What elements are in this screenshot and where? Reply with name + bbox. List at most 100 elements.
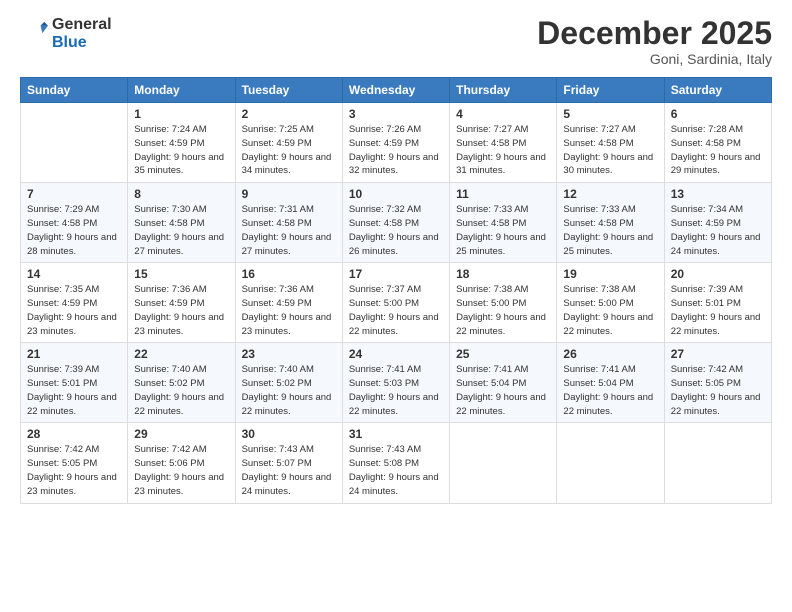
col-sunday: Sunday xyxy=(21,78,128,103)
calendar-cell: 17 Sunrise: 7:37 AMSunset: 5:00 PMDayligh… xyxy=(342,263,449,343)
calendar-cell: 28 Sunrise: 7:42 AMSunset: 5:05 PMDayligh… xyxy=(21,423,128,503)
calendar-week-2: 14 Sunrise: 7:35 AMSunset: 4:59 PMDayligh… xyxy=(21,263,772,343)
day-number: 15 xyxy=(134,267,228,281)
header-row: Sunday Monday Tuesday Wednesday Thursday… xyxy=(21,78,772,103)
day-info: Sunrise: 7:41 AMSunset: 5:04 PMDaylight:… xyxy=(563,363,657,418)
day-info: Sunrise: 7:38 AMSunset: 5:00 PMDaylight:… xyxy=(456,283,550,338)
day-number: 18 xyxy=(456,267,550,281)
calendar-cell: 16Sunrise: 7:36 AMSunset: 4:59 PMDayligh… xyxy=(235,263,342,343)
calendar-table: Sunday Monday Tuesday Wednesday Thursday… xyxy=(20,77,772,503)
month-title: December 2025 xyxy=(537,16,772,51)
day-info: Sunrise: 7:26 AMSunset: 4:59 PMDaylight:… xyxy=(349,123,443,178)
day-number: 28 xyxy=(27,427,121,441)
calendar-cell: 18 Sunrise: 7:38 AMSunset: 5:00 PMDayligh… xyxy=(450,263,557,343)
calendar-cell: 23 Sunrise: 7:40 AMSunset: 5:02 PMDayligh… xyxy=(235,343,342,423)
day-info: Sunrise: 7:41 AMSunset: 5:04 PMDaylight:… xyxy=(456,363,550,418)
calendar-week-4: 28 Sunrise: 7:42 AMSunset: 5:05 PMDayligh… xyxy=(21,423,772,503)
calendar-cell: 9 Sunrise: 7:31 AMSunset: 4:58 PMDaylight… xyxy=(235,183,342,263)
calendar-cell xyxy=(21,103,128,183)
calendar-cell: 30 Sunrise: 7:43 AMSunset: 5:07 PMDayligh… xyxy=(235,423,342,503)
day-info: Sunrise: 7:25 AMSunset: 4:59 PMDaylight:… xyxy=(242,123,336,178)
day-number: 6 xyxy=(671,107,765,121)
day-number: 14 xyxy=(27,267,121,281)
day-info: Sunrise: 7:36 AMSunset: 4:59 PMDaylight:… xyxy=(242,283,336,338)
calendar-cell xyxy=(450,423,557,503)
day-number: 2 xyxy=(242,107,336,121)
day-info: Sunrise: 7:38 AMSunset: 5:00 PMDaylight:… xyxy=(563,283,657,338)
day-info: Sunrise: 7:24 AMSunset: 4:59 PMDaylight:… xyxy=(134,123,228,178)
calendar-cell: 2 Sunrise: 7:25 AMSunset: 4:59 PMDaylight… xyxy=(235,103,342,183)
calendar-cell: 8Sunrise: 7:30 AMSunset: 4:58 PMDaylight… xyxy=(128,183,235,263)
day-number: 19 xyxy=(563,267,657,281)
day-info: Sunrise: 7:27 AMSunset: 4:58 PMDaylight:… xyxy=(563,123,657,178)
day-number: 26 xyxy=(563,347,657,361)
calendar-cell: 22Sunrise: 7:40 AMSunset: 5:02 PMDayligh… xyxy=(128,343,235,423)
logo-blue: Blue xyxy=(52,34,112,52)
calendar-cell: 1 Sunrise: 7:24 AMSunset: 4:59 PMDaylight… xyxy=(128,103,235,183)
day-info: Sunrise: 7:43 AMSunset: 5:07 PMDaylight:… xyxy=(242,443,336,498)
day-info: Sunrise: 7:40 AMSunset: 5:02 PMDaylight:… xyxy=(134,363,228,418)
day-info: Sunrise: 7:33 AMSunset: 4:58 PMDaylight:… xyxy=(456,203,550,258)
calendar-cell: 11 Sunrise: 7:33 AMSunset: 4:58 PMDayligh… xyxy=(450,183,557,263)
calendar-cell: 10 Sunrise: 7:32 AMSunset: 4:58 PMDayligh… xyxy=(342,183,449,263)
day-number: 25 xyxy=(456,347,550,361)
day-info: Sunrise: 7:37 AMSunset: 5:00 PMDaylight:… xyxy=(349,283,443,338)
day-number: 27 xyxy=(671,347,765,361)
day-number: 5 xyxy=(563,107,657,121)
day-info: Sunrise: 7:41 AMSunset: 5:03 PMDaylight:… xyxy=(349,363,443,418)
calendar-cell: 31 Sunrise: 7:43 AMSunset: 5:08 PMDayligh… xyxy=(342,423,449,503)
day-info: Sunrise: 7:35 AMSunset: 4:59 PMDaylight:… xyxy=(27,283,121,338)
day-number: 9 xyxy=(242,187,336,201)
day-number: 31 xyxy=(349,427,443,441)
day-number: 3 xyxy=(349,107,443,121)
calendar-cell: 25 Sunrise: 7:41 AMSunset: 5:04 PMDayligh… xyxy=(450,343,557,423)
day-number: 24 xyxy=(349,347,443,361)
day-info: Sunrise: 7:40 AMSunset: 5:02 PMDaylight:… xyxy=(242,363,336,418)
day-number: 13 xyxy=(671,187,765,201)
calendar-cell: 5 Sunrise: 7:27 AMSunset: 4:58 PMDaylight… xyxy=(557,103,664,183)
day-info: Sunrise: 7:42 AMSunset: 5:05 PMDaylight:… xyxy=(27,443,121,498)
calendar-cell: 7Sunrise: 7:29 AMSunset: 4:58 PMDaylight… xyxy=(21,183,128,263)
day-number: 4 xyxy=(456,107,550,121)
logo-general: General xyxy=(52,16,112,34)
calendar-cell: 14 Sunrise: 7:35 AMSunset: 4:59 PMDayligh… xyxy=(21,263,128,343)
calendar-header: Sunday Monday Tuesday Wednesday Thursday… xyxy=(21,78,772,103)
location: Goni, Sardinia, Italy xyxy=(537,51,772,67)
day-info: Sunrise: 7:42 AMSunset: 5:06 PMDaylight:… xyxy=(134,443,228,498)
calendar-cell: 3 Sunrise: 7:26 AMSunset: 4:59 PMDaylight… xyxy=(342,103,449,183)
calendar-cell: 19 Sunrise: 7:38 AMSunset: 5:00 PMDayligh… xyxy=(557,263,664,343)
day-info: Sunrise: 7:28 AMSunset: 4:58 PMDaylight:… xyxy=(671,123,765,178)
day-info: Sunrise: 7:31 AMSunset: 4:58 PMDaylight:… xyxy=(242,203,336,258)
day-info: Sunrise: 7:36 AMSunset: 4:59 PMDaylight:… xyxy=(134,283,228,338)
day-info: Sunrise: 7:32 AMSunset: 4:58 PMDaylight:… xyxy=(349,203,443,258)
day-info: Sunrise: 7:43 AMSunset: 5:08 PMDaylight:… xyxy=(349,443,443,498)
day-info: Sunrise: 7:27 AMSunset: 4:58 PMDaylight:… xyxy=(456,123,550,178)
calendar-cell: 21Sunrise: 7:39 AMSunset: 5:01 PMDayligh… xyxy=(21,343,128,423)
day-number: 1 xyxy=(134,107,228,121)
logo-icon xyxy=(20,20,48,48)
calendar-week-0: 1 Sunrise: 7:24 AMSunset: 4:59 PMDaylight… xyxy=(21,103,772,183)
col-monday: Monday xyxy=(128,78,235,103)
calendar-cell: 15 Sunrise: 7:36 AMSunset: 4:59 PMDayligh… xyxy=(128,263,235,343)
page: General Blue December 2025 Goni, Sardini… xyxy=(0,0,792,612)
col-saturday: Saturday xyxy=(664,78,771,103)
calendar-cell xyxy=(664,423,771,503)
day-info: Sunrise: 7:34 AMSunset: 4:59 PMDaylight:… xyxy=(671,203,765,258)
day-number: 23 xyxy=(242,347,336,361)
title-section: December 2025 Goni, Sardinia, Italy xyxy=(537,16,772,67)
col-friday: Friday xyxy=(557,78,664,103)
day-info: Sunrise: 7:42 AMSunset: 5:05 PMDaylight:… xyxy=(671,363,765,418)
day-number: 29 xyxy=(134,427,228,441)
logo-text: General Blue xyxy=(52,16,112,51)
calendar-cell: 20Sunrise: 7:39 AMSunset: 5:01 PMDayligh… xyxy=(664,263,771,343)
day-info: Sunrise: 7:39 AMSunset: 5:01 PMDaylight:… xyxy=(27,363,121,418)
day-number: 10 xyxy=(349,187,443,201)
calendar-cell: 4 Sunrise: 7:27 AMSunset: 4:58 PMDaylight… xyxy=(450,103,557,183)
day-number: 30 xyxy=(242,427,336,441)
day-number: 17 xyxy=(349,267,443,281)
col-tuesday: Tuesday xyxy=(235,78,342,103)
calendar-cell: 12Sunrise: 7:33 AMSunset: 4:58 PMDayligh… xyxy=(557,183,664,263)
day-number: 8 xyxy=(134,187,228,201)
logo: General Blue xyxy=(20,16,112,51)
day-number: 11 xyxy=(456,187,550,201)
